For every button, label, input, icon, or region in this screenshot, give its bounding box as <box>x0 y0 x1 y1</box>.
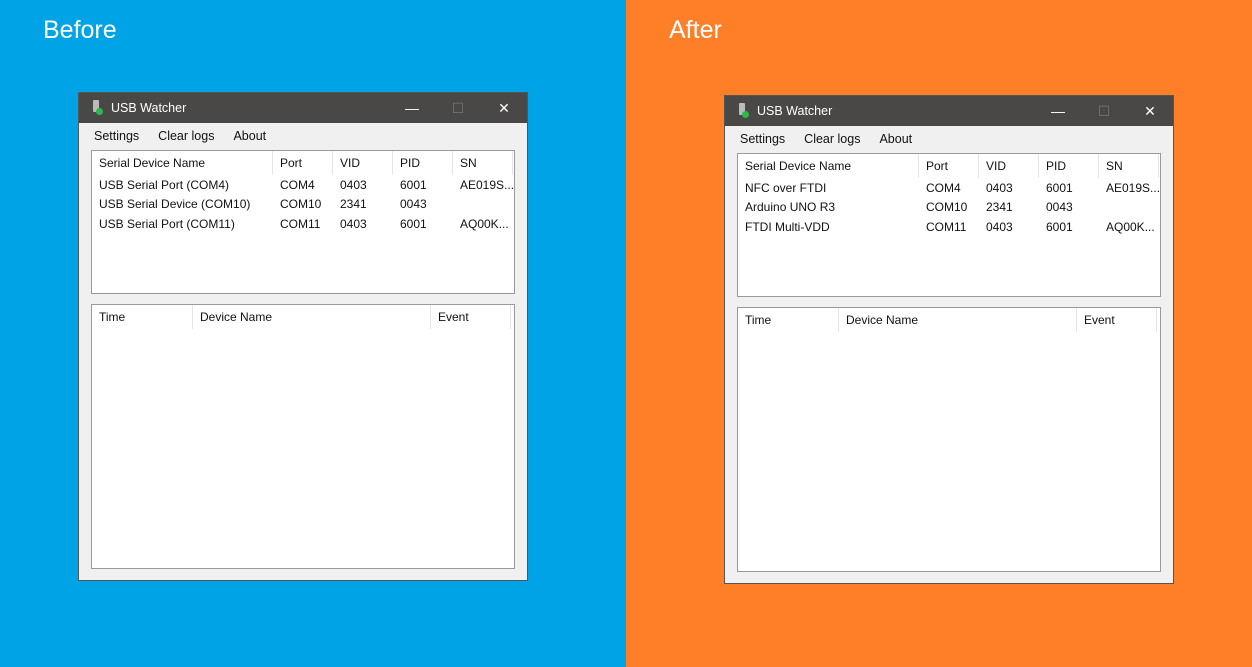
device-cell: 6001 <box>400 216 427 231</box>
device-cell: COM11 <box>926 219 967 234</box>
device-cell: COM4 <box>280 177 315 192</box>
device-cell: 0403 <box>340 177 367 192</box>
menu-bar: Settings Clear logs About <box>725 126 1173 152</box>
device-cell: 0043 <box>400 197 427 212</box>
column-header-time[interactable]: Time <box>92 305 193 329</box>
device-rows: USB Serial Port (COM4) COM4 0403 6001 AE019S… <box>92 175 514 234</box>
column-header-device-name[interactable]: Device Name <box>193 305 431 329</box>
column-header-port[interactable]: Port <box>919 154 979 178</box>
usb-app-icon <box>91 100 103 116</box>
device-cell: 0403 <box>986 219 1013 234</box>
column-header-time[interactable]: Time <box>738 308 839 332</box>
usb-watcher-window: USB Watcher — ☐ ✕ Settings Clear logs Ab… <box>724 95 1174 584</box>
device-row[interactable]: FTDI Multi-VDD COM11 0403 6001 AQ00K... <box>738 217 1160 237</box>
window-title: USB Watcher <box>111 101 187 115</box>
panel-title: After <box>669 16 722 44</box>
device-cell: NFC over FTDI <box>745 180 827 195</box>
device-row[interactable]: USB Serial Port (COM11) COM11 0403 6001 AQ00… <box>92 214 514 234</box>
device-cell: 0043 <box>1046 200 1073 215</box>
event-log-header: Time Device Name Event <box>738 308 1160 332</box>
window-title: USB Watcher <box>757 104 833 118</box>
menu-clear-logs[interactable]: Clear logs <box>152 129 220 143</box>
column-header-port[interactable]: Port <box>273 151 333 175</box>
device-cell: AE019S... <box>1106 180 1159 195</box>
device-cell: 2341 <box>986 200 1013 215</box>
device-cell: 0403 <box>986 180 1013 195</box>
column-header-pid[interactable]: PID <box>393 151 453 175</box>
close-button[interactable]: ✕ <box>481 93 527 123</box>
event-log-header: Time Device Name Event <box>92 305 514 329</box>
device-cell: USB Serial Device (COM10) <box>99 197 251 212</box>
usb-app-icon <box>737 103 749 119</box>
device-list[interactable]: Serial Device Name Port VID PID SN USB S… <box>91 150 515 294</box>
column-header-vid[interactable]: VID <box>979 154 1039 178</box>
device-cell: USB Serial Port (COM11) <box>99 216 235 231</box>
device-cell: FTDI Multi-VDD <box>745 219 830 234</box>
device-cell: 6001 <box>400 177 427 192</box>
column-header-device-name[interactable]: Device Name <box>839 308 1077 332</box>
minimize-button[interactable]: — <box>1035 96 1081 126</box>
device-cell: COM4 <box>926 180 961 195</box>
title-bar[interactable]: USB Watcher — ☐ ✕ <box>725 96 1173 126</box>
maximize-button[interactable]: ☐ <box>1081 96 1127 126</box>
device-cell: COM11 <box>280 216 321 231</box>
device-cell: USB Serial Port (COM4) <box>99 177 230 192</box>
device-cell: 0403 <box>340 216 367 231</box>
device-cell: AE019S... <box>460 177 513 192</box>
menu-clear-logs[interactable]: Clear logs <box>798 132 866 146</box>
device-cell: COM10 <box>280 197 322 212</box>
device-cell: AQ00K... <box>460 216 509 231</box>
device-cell: 6001 <box>1046 219 1073 234</box>
device-row[interactable]: USB Serial Port (COM4) COM4 0403 6001 AE019S… <box>92 175 514 195</box>
device-cell: COM10 <box>926 200 968 215</box>
device-cell: 6001 <box>1046 180 1073 195</box>
device-list-header: Serial Device Name Port VID PID SN <box>92 151 514 175</box>
column-header-name[interactable]: Serial Device Name <box>738 154 919 178</box>
device-row[interactable]: Arduino UNO R3 COM10 2341 0043 <box>738 198 1160 218</box>
event-log-list[interactable]: Time Device Name Event <box>91 304 515 569</box>
device-cell: AQ00K... <box>1106 219 1155 234</box>
menu-settings[interactable]: Settings <box>734 132 791 146</box>
column-header-name[interactable]: Serial Device Name <box>92 151 273 175</box>
column-header-pid[interactable]: PID <box>1039 154 1099 178</box>
device-cell: Arduino UNO R3 <box>745 200 836 215</box>
maximize-button[interactable]: ☐ <box>435 93 481 123</box>
usb-watcher-window: USB Watcher — ☐ ✕ Settings Clear logs Ab… <box>78 92 528 581</box>
device-rows: NFC over FTDI COM4 0403 6001 AE019S... Arduin… <box>738 178 1160 237</box>
close-button[interactable]: ✕ <box>1127 96 1173 126</box>
column-header-event[interactable]: Event <box>431 305 511 329</box>
device-list-header: Serial Device Name Port VID PID SN <box>738 154 1160 178</box>
menu-bar: Settings Clear logs About <box>79 123 527 149</box>
device-list[interactable]: Serial Device Name Port VID PID SN NFC o… <box>737 153 1161 297</box>
column-header-sn[interactable]: SN <box>453 151 513 175</box>
menu-about[interactable]: About <box>227 129 272 143</box>
menu-about[interactable]: About <box>873 132 918 146</box>
minimize-button[interactable]: — <box>389 93 435 123</box>
device-row[interactable]: USB Serial Device (COM10) COM10 2341 0043 <box>92 195 514 215</box>
column-header-event[interactable]: Event <box>1077 308 1157 332</box>
panel-title: Before <box>43 16 117 44</box>
column-header-sn[interactable]: SN <box>1099 154 1159 178</box>
device-cell: 2341 <box>340 197 367 212</box>
device-row[interactable]: NFC over FTDI COM4 0403 6001 AE019S... <box>738 178 1160 198</box>
title-bar[interactable]: USB Watcher — ☐ ✕ <box>79 93 527 123</box>
column-header-vid[interactable]: VID <box>333 151 393 175</box>
menu-settings[interactable]: Settings <box>88 129 145 143</box>
event-log-list[interactable]: Time Device Name Event <box>737 307 1161 572</box>
